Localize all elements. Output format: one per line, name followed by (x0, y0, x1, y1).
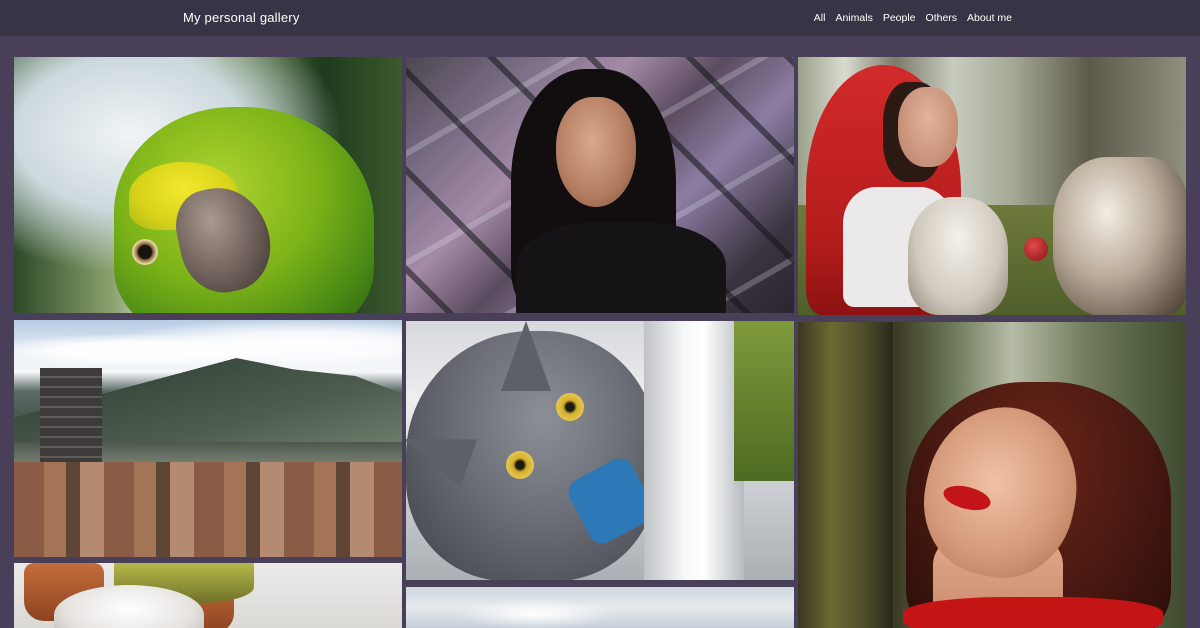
nav-link-people[interactable]: People (883, 12, 916, 24)
tower-building (40, 368, 102, 463)
leaves (734, 321, 794, 481)
woman-shirt (516, 222, 726, 313)
gallery-photo-sky[interactable] (406, 587, 794, 628)
cat-eye-left (556, 393, 584, 421)
nav-link-others[interactable]: Others (926, 12, 958, 24)
woman-face (556, 97, 636, 207)
gallery-photo-red-riding-hood[interactable] (798, 57, 1186, 315)
husky-puppy (908, 197, 1008, 315)
site-title[interactable]: My personal gallery (183, 10, 300, 25)
nav-link-about-me[interactable]: About me (967, 12, 1012, 24)
gallery-photo-parrot[interactable] (14, 57, 402, 313)
girl-face (898, 87, 958, 167)
gallery-photo-city[interactable] (14, 320, 402, 557)
tree-trunk (798, 322, 893, 628)
gallery-photo-woman-graffiti[interactable] (406, 57, 794, 313)
gallery-photo-woman-forest[interactable] (798, 322, 1186, 628)
rooftops (14, 462, 402, 557)
gallery-photo-white-dog[interactable] (14, 563, 402, 628)
gallery-photo-cat[interactable] (406, 321, 794, 580)
nav-link-animals[interactable]: Animals (835, 12, 872, 24)
top-navbar: My personal gallery All Animals People O… (0, 0, 1200, 36)
nav-link-all[interactable]: All (814, 12, 826, 24)
apple (1024, 237, 1048, 261)
cat-eye-right (506, 451, 534, 479)
cloud (456, 599, 616, 628)
parrot-eye (132, 239, 158, 265)
main-nav: All Animals People Others About me (814, 12, 1012, 24)
white-pole (644, 321, 744, 580)
red-scarf (903, 597, 1163, 628)
husky-dog (1053, 157, 1186, 315)
